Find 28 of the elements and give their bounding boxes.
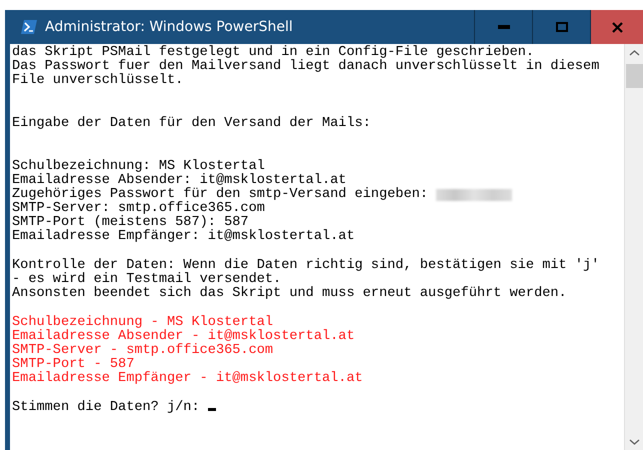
minimize-icon xyxy=(498,25,510,29)
console-line: Ansonsten beendet sich das Skript und muss erneut ausgeführt werden. xyxy=(12,286,567,302)
console-line: Zugehöriges Passwort für den smtp-Versand eingeben: xyxy=(12,186,428,202)
console-line: Das Passwort fuer den Mailversand liegt danach unverschlüsselt in diesem xyxy=(12,59,600,74)
console-line: Kontrolle der Daten: Wenn die Daten richtig sind, bestätigen sie mit 'j' xyxy=(12,258,600,273)
window-title: Administrator: Windows PowerShell xyxy=(45,19,294,35)
console-line: Emailadresse Absender - it@msklostertal.at xyxy=(12,328,355,344)
console-line: Schulbezeichnung: MS Klostertal xyxy=(12,158,265,174)
console-line: SMTP-Port - 587 xyxy=(12,357,134,372)
console-prompt: Stimmen die Daten? j/n: xyxy=(12,400,200,415)
console-line: Eingabe der Daten für den Versand der Mails: xyxy=(12,116,371,131)
console-line: Emailadresse Absender: it@msklostertal.at xyxy=(12,172,346,188)
scrollbar[interactable] xyxy=(624,44,643,450)
scrollbar-thumb[interactable] xyxy=(626,64,642,88)
console-line: File unverschlüsselt. xyxy=(12,73,184,88)
console-line: Emailadresse Empfänger - it@msklostertal.at xyxy=(12,371,363,386)
close-button[interactable] xyxy=(590,10,643,44)
console-line: Schulbezeichnung - MS Klostertal xyxy=(12,314,274,330)
console-line: SMTP-Server: smtp.office365.com xyxy=(12,201,265,216)
maximize-icon xyxy=(556,22,568,32)
close-icon xyxy=(612,22,622,32)
console-line: SMTP-Server - smtp.office365.com xyxy=(12,342,274,358)
powershell-icon xyxy=(21,20,37,34)
console-line: Emailadresse Empfänger: it@msklostertal.at xyxy=(12,229,355,244)
console-line: SMTP-Port (meistens 587): 587 xyxy=(12,215,249,230)
console-line: das Skript PSMail festgelegt und in ein Config-File geschrieben. xyxy=(12,45,534,60)
text-cursor xyxy=(208,408,216,411)
console-line: - es wird ein Testmail versendet. xyxy=(12,272,282,287)
